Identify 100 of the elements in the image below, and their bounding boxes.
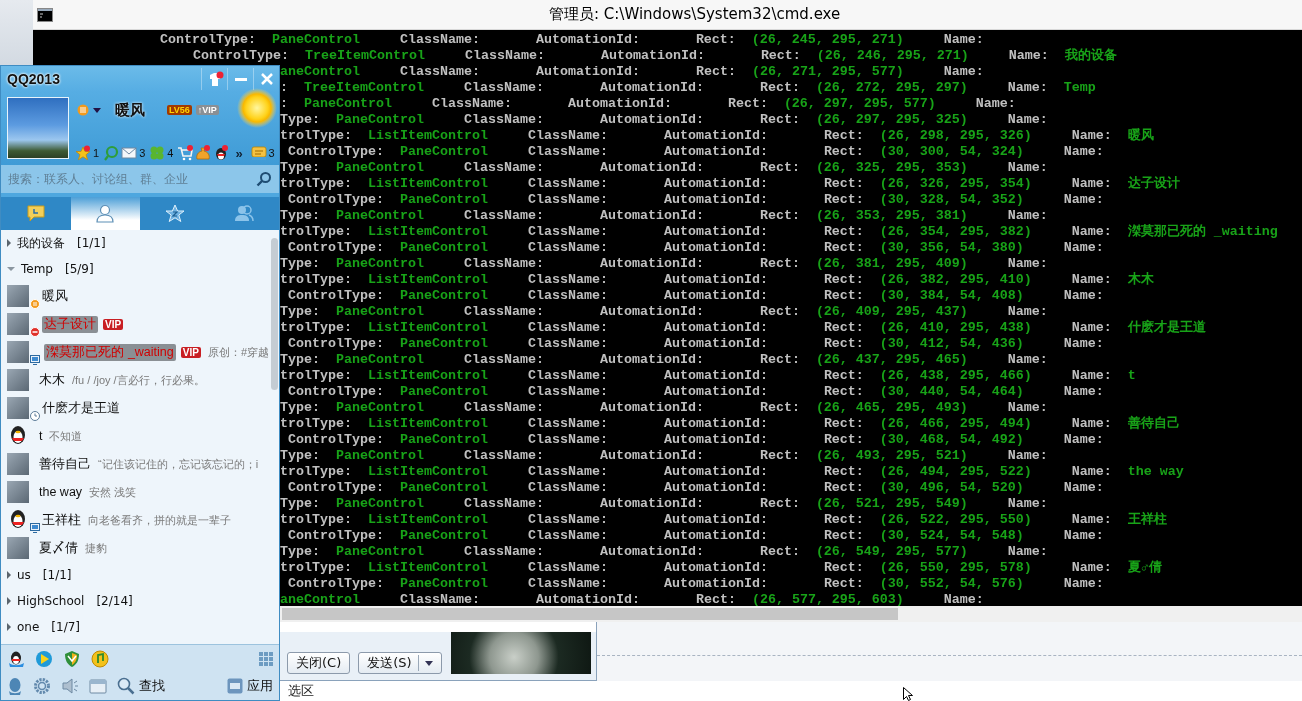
contact-signature: /fu / /joy /言必行，行必果。 — [72, 372, 205, 388]
console-label: Rect: — [760, 48, 801, 63]
console-label: ClassName: — [463, 352, 544, 367]
console-label: Name: — [1071, 320, 1112, 335]
music-icon[interactable] — [91, 649, 109, 668]
console-label: Rect: — [823, 432, 864, 447]
more-button[interactable]: » — [235, 145, 243, 161]
scrollbar-thumb[interactable] — [270, 238, 278, 390]
clock-icon — [30, 411, 40, 421]
console-label: Rect: — [823, 528, 864, 543]
shield-icon[interactable] — [63, 649, 81, 668]
busy-status-icon[interactable] — [77, 104, 89, 116]
cart-icon[interactable] — [177, 145, 194, 161]
console-value: PaneControl — [399, 576, 488, 591]
contact-name[interactable]: t — [39, 429, 43, 443]
contact-name[interactable]: 木木 — [39, 371, 65, 389]
console-label: Name: — [1063, 192, 1104, 207]
console-label: ClassName: — [527, 240, 608, 255]
console-label: AutomationId: — [599, 544, 704, 559]
console-label: ClassName: — [527, 144, 608, 159]
console-label: ClassName: — [464, 48, 545, 63]
scrollbar-thumb[interactable] — [282, 608, 898, 620]
console-label: ControlType: — [288, 288, 384, 303]
console-value: 善待自己 — [1127, 416, 1180, 431]
console-label: Rect: — [759, 304, 800, 319]
dialog-button[interactable]: 发送(S) — [358, 652, 442, 674]
console-label: Rect: — [823, 560, 864, 575]
console-label: Type: — [280, 160, 320, 175]
search-button[interactable] — [249, 165, 279, 193]
expand-arrow-icon[interactable] — [7, 239, 11, 247]
expand-arrow-icon[interactable] — [7, 623, 11, 631]
console-label: AutomationId: — [663, 528, 768, 543]
console-label: Name: — [1007, 544, 1048, 559]
console-value: PaneControl — [271, 32, 360, 47]
expand-arrow-icon[interactable] — [7, 571, 11, 579]
console-label: AutomationId: — [663, 464, 768, 479]
settings-icon[interactable] — [33, 677, 51, 696]
expand-arrow-icon[interactable] — [7, 597, 11, 605]
console-label: ClassName: — [527, 192, 608, 207]
vip-badge: VIP — [103, 318, 124, 330]
console-value: aneControl — [280, 592, 360, 606]
group-name[interactable]: Temp — [21, 262, 53, 276]
console-value: (26, 437, 295, 465) — [815, 352, 968, 367]
tab[interactable] — [70, 197, 140, 230]
console-label: AutomationId: — [599, 256, 704, 271]
console-label: Rect: — [823, 576, 864, 591]
console-value: (26, 382, 295, 410) — [879, 272, 1032, 287]
group-name[interactable]: HighSchool — [17, 594, 85, 608]
console-label: AutomationId: — [663, 176, 768, 191]
group-name[interactable]: 我的设备 — [17, 234, 65, 252]
search-field[interactable]: 搜索：联系人、讨论组、群、企业 — [1, 165, 249, 193]
console-value: ListItemControl — [367, 320, 488, 335]
message-icon[interactable] — [250, 145, 267, 161]
collapse-arrow-icon[interactable] — [7, 267, 15, 271]
grid-icon[interactable] — [259, 651, 273, 666]
console-value: ListItemControl — [367, 368, 488, 383]
console-label: ClassName: — [399, 592, 480, 606]
apps-button[interactable]: 应用 — [227, 677, 273, 696]
console-label: trolType: — [280, 560, 352, 575]
console-label: AutomationId: — [663, 432, 768, 447]
caret-icon[interactable] — [93, 107, 101, 113]
folder-icon[interactable] — [89, 678, 107, 695]
console-value: (26, 326, 295, 354) — [879, 176, 1032, 191]
contact-name[interactable]: 夏〆倩 — [39, 539, 78, 557]
mail-icon[interactable] — [121, 145, 138, 161]
contact-name[interactable]: the way — [39, 485, 83, 499]
console-value: PaneControl — [336, 208, 424, 223]
contact-name[interactable]: 暖风 — [42, 287, 68, 305]
console-label: Name: — [1071, 368, 1112, 383]
contact-name[interactable]: 善待自己 — [39, 455, 91, 473]
console-value: PaneControl — [399, 528, 488, 543]
console-label: Name: — [1007, 496, 1048, 511]
play-icon[interactable] — [35, 649, 53, 668]
dialog-button[interactable]: 关闭(C) — [287, 652, 351, 674]
console-label: AutomationId: — [663, 320, 768, 335]
console-label: AutomationId: — [599, 448, 704, 463]
console-label: AutomationId: — [599, 80, 704, 95]
console-value: PaneControl — [399, 192, 488, 207]
console-label: ClassName: — [399, 32, 480, 47]
console-label: ControlType: — [288, 432, 384, 447]
group-name[interactable]: us — [17, 568, 31, 582]
group-name[interactable]: one — [17, 620, 40, 634]
contact-name[interactable]: 什麽才是王道 — [42, 399, 120, 417]
console-label: trolType: — [280, 176, 352, 191]
console-value: (26, 494, 295, 522) — [879, 464, 1032, 479]
find-button[interactable]: 查找 — [117, 677, 165, 696]
notification-count: 3 — [268, 147, 275, 159]
console-value: (30, 356, 54, 380) — [879, 240, 1024, 255]
speaker-icon[interactable] — [61, 677, 79, 696]
console-label: ClassName: — [399, 64, 480, 79]
console-label: ClassName: — [527, 320, 608, 335]
console-label: Type: — [280, 112, 320, 127]
contact-name[interactable]: 王祥柱 — [42, 511, 81, 529]
contact-signature: 安然 浅笑 — [89, 484, 137, 500]
console-label: ClassName: — [527, 336, 608, 351]
avatar-photo[interactable] — [7, 97, 69, 159]
console-label: Name: — [1071, 416, 1112, 431]
console-label: Rect: — [759, 448, 800, 463]
console-label: Rect: — [759, 352, 800, 367]
star-icon[interactable] — [75, 145, 91, 161]
